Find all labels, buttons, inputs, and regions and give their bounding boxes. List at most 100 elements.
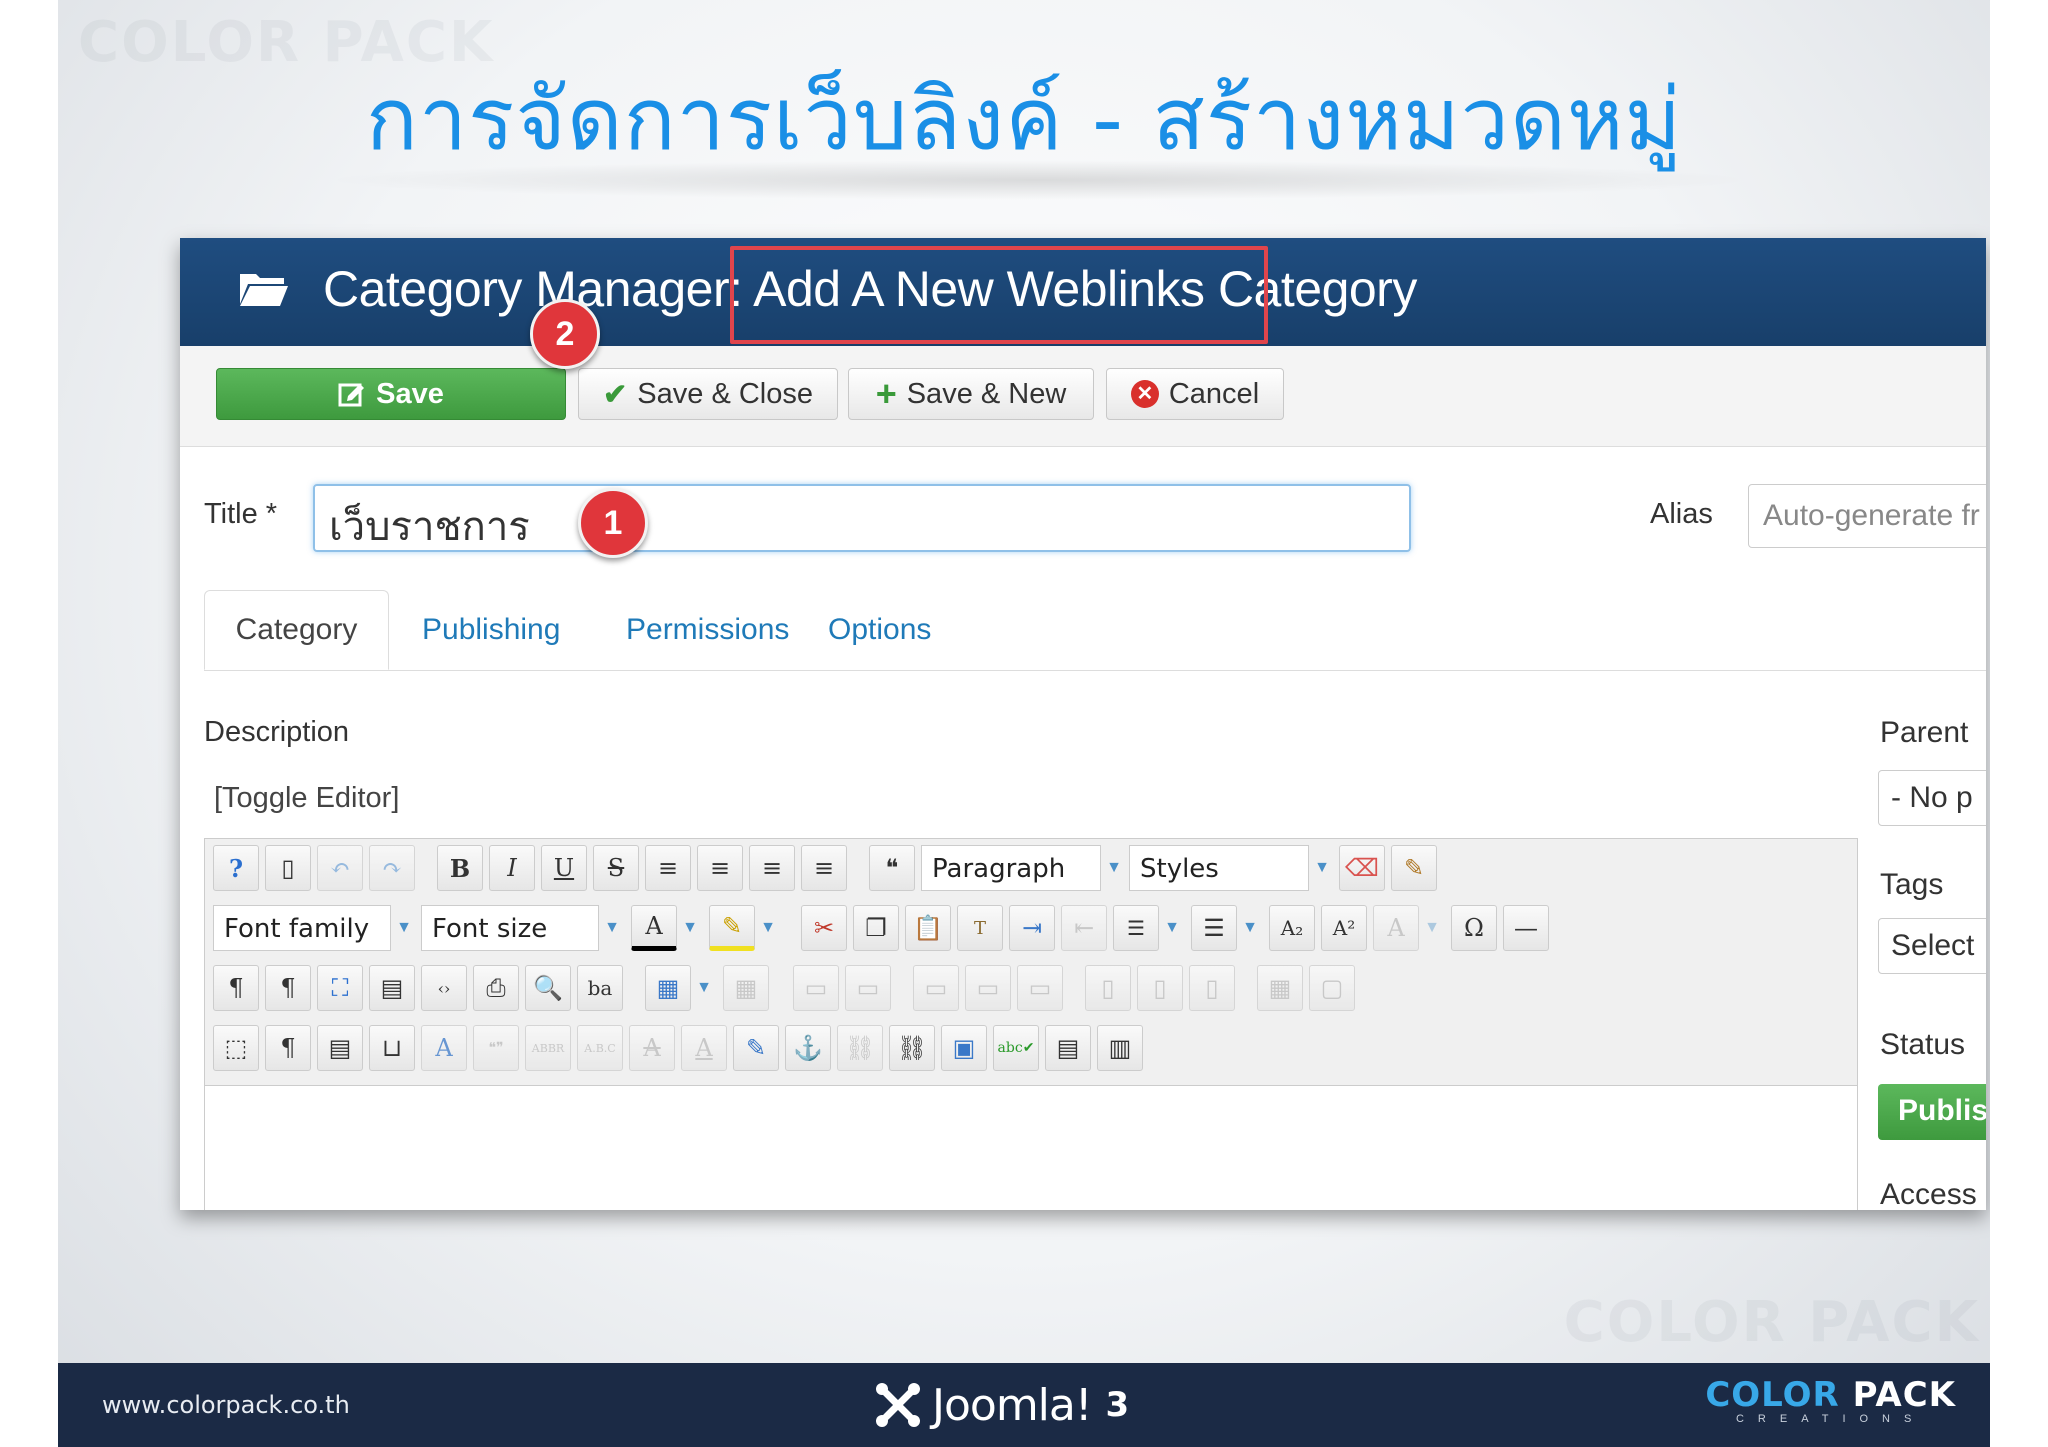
alias-input[interactable]: Auto-generate fr [1748, 484, 1986, 548]
highlight-dropdown-icon[interactable]: ▼ [757, 905, 779, 951]
insert-col-after-icon[interactable]: ▯ [1137, 965, 1183, 1011]
numbered-list-icon[interactable]: ☰ [1113, 905, 1159, 951]
bullet-list-icon[interactable]: ☰ [1191, 905, 1237, 951]
blockquote-icon[interactable]: ❝ [869, 845, 915, 891]
format-dropdown-icon[interactable]: ▼ [1103, 845, 1125, 891]
insert-layer-icon[interactable]: ▤ [1045, 1025, 1091, 1071]
underline-icon[interactable]: U [541, 845, 587, 891]
unlink-icon[interactable]: ⛓ [837, 1025, 883, 1071]
colorpack-logo: COLOR PACK CREATIONS [1705, 1375, 1956, 1425]
cite-icon[interactable]: ❝❞ [473, 1025, 519, 1071]
save-close-button[interactable]: ✔ Save & Close [578, 368, 838, 420]
delete-row-icon[interactable]: ▭ [1017, 965, 1063, 1011]
paste-text-icon[interactable]: T [957, 905, 1003, 951]
save-button[interactable]: Save [216, 368, 566, 420]
non-breaking-icon[interactable]: ⊔ [369, 1025, 415, 1071]
parent-select[interactable]: - No p [1878, 770, 1986, 826]
superscript-icon[interactable]: A² [1321, 905, 1367, 951]
ltr-icon[interactable]: ¶ [213, 965, 259, 1011]
tab-publishing[interactable]: Publishing [422, 590, 560, 670]
highlight-color-icon[interactable]: ✎ [709, 905, 755, 951]
print-icon[interactable]: ⎙ [473, 965, 519, 1011]
text-color-icon[interactable]: A [631, 905, 677, 951]
redo-icon[interactable]: ↷ [369, 845, 415, 891]
font-family-dropdown-icon[interactable]: ▼ [393, 905, 415, 951]
absolute-position-icon[interactable]: ▥ [1097, 1025, 1143, 1071]
step-badge-2: 2 [530, 299, 600, 369]
insertion-icon[interactable]: A [681, 1025, 727, 1071]
insert-row-before-icon[interactable]: ▭ [913, 965, 959, 1011]
show-blocks-icon[interactable]: ¶ [265, 1025, 311, 1071]
cancel-button[interactable]: ✕ Cancel [1106, 368, 1284, 420]
merge-cells-icon[interactable]: ▢ [1309, 965, 1355, 1011]
outdent-icon[interactable]: ⇤ [1061, 905, 1107, 951]
delete-col-icon[interactable]: ▯ [1189, 965, 1235, 1011]
eraser-icon[interactable]: ⌫ [1339, 845, 1385, 891]
align-right-icon[interactable]: ≡ [801, 845, 847, 891]
indent-icon[interactable]: ⇥ [1009, 905, 1055, 951]
deletion-icon[interactable]: A [629, 1025, 675, 1071]
row-props-icon[interactable]: ▭ [793, 965, 839, 1011]
strikethrough-icon[interactable]: S [593, 845, 639, 891]
align-justify-icon[interactable]: ≡ [645, 845, 691, 891]
align-center-icon[interactable]: ≡ [697, 845, 743, 891]
styles-icon[interactable]: A [421, 1025, 467, 1071]
toggle-editor-link[interactable]: [Toggle Editor] [214, 782, 399, 815]
cleanup-brush-icon[interactable]: ✎ [1391, 845, 1437, 891]
copy-icon[interactable]: ❐ [853, 905, 899, 951]
fullscreen-icon[interactable]: ⛶ [317, 965, 363, 1011]
paste-icon[interactable]: 📋 [905, 905, 951, 951]
tab-category[interactable]: Category [204, 590, 389, 670]
background-color-icon[interactable]: A [1373, 905, 1419, 951]
subscript-icon[interactable]: A₂ [1269, 905, 1315, 951]
cell-props-icon[interactable]: ▭ [845, 965, 891, 1011]
help-icon[interactable]: ? [213, 845, 259, 891]
insert-row-after-icon[interactable]: ▭ [965, 965, 1011, 1011]
link-icon[interactable]: ⛓ [889, 1025, 935, 1071]
font-size-select[interactable]: Font size [421, 905, 599, 951]
abbreviation-icon[interactable]: ABBR [525, 1025, 571, 1071]
visual-aid-icon[interactable]: ⬚ [213, 1025, 259, 1071]
undo-icon[interactable]: ↶ [317, 845, 363, 891]
text-color-dropdown-icon[interactable]: ▼ [679, 905, 701, 951]
horizontal-rule-icon[interactable]: — [1503, 905, 1549, 951]
save-new-label: Save & New [906, 377, 1067, 410]
replace-icon[interactable]: ba [577, 965, 623, 1011]
search-icon[interactable]: 🔍 [525, 965, 571, 1011]
image-icon[interactable]: ▣ [941, 1025, 987, 1071]
special-character-icon[interactable]: Ω [1451, 905, 1497, 951]
new-document-icon[interactable]: ▯ [265, 845, 311, 891]
insert-template-icon[interactable]: ▤ [369, 965, 415, 1011]
cut-icon[interactable]: ✂ [801, 905, 847, 951]
status-published-button[interactable]: Publis [1878, 1084, 1986, 1140]
acronym-icon[interactable]: A.B.C [577, 1025, 623, 1071]
save-new-button[interactable]: + Save & New [848, 368, 1094, 420]
bold-icon[interactable]: B [437, 845, 483, 891]
joomla-logo: Joomla! 3 [872, 1379, 1129, 1431]
attributes-icon[interactable]: ✎ [733, 1025, 779, 1071]
font-size-dropdown-icon[interactable]: ▼ [601, 905, 623, 951]
split-cells-icon[interactable]: ▦ [1257, 965, 1303, 1011]
numbered-list-dropdown-icon[interactable]: ▼ [1161, 905, 1183, 951]
italic-icon[interactable]: I [489, 845, 535, 891]
source-code-icon[interactable]: ‹› [421, 965, 467, 1011]
title-input[interactable]: เว็บราชการ [313, 484, 1411, 552]
font-family-select[interactable]: Font family [213, 905, 391, 951]
tags-select[interactable]: Select [1878, 918, 1986, 974]
spellcheck-icon[interactable]: abc✔ [993, 1025, 1039, 1071]
tab-options[interactable]: Options [828, 590, 931, 670]
insert-table-icon[interactable]: ▦ [645, 965, 691, 1011]
styles-select[interactable]: Styles [1129, 845, 1309, 891]
tab-permissions[interactable]: Permissions [626, 590, 789, 670]
background-color-dropdown-icon[interactable]: ▼ [1421, 905, 1443, 951]
insert-table-dropdown-icon[interactable]: ▼ [693, 965, 715, 1011]
bullet-list-dropdown-icon[interactable]: ▼ [1239, 905, 1261, 951]
format-select[interactable]: Paragraph [921, 845, 1101, 891]
insert-col-before-icon[interactable]: ▯ [1085, 965, 1131, 1011]
page-break-icon[interactable]: ▤ [317, 1025, 363, 1071]
anchor-icon[interactable]: ⚓ [785, 1025, 831, 1071]
align-left-icon[interactable]: ≡ [749, 845, 795, 891]
rtl-icon[interactable]: ¶ [265, 965, 311, 1011]
delete-table-icon[interactable]: ▦ [723, 965, 769, 1011]
styles-dropdown-icon[interactable]: ▼ [1311, 845, 1333, 891]
